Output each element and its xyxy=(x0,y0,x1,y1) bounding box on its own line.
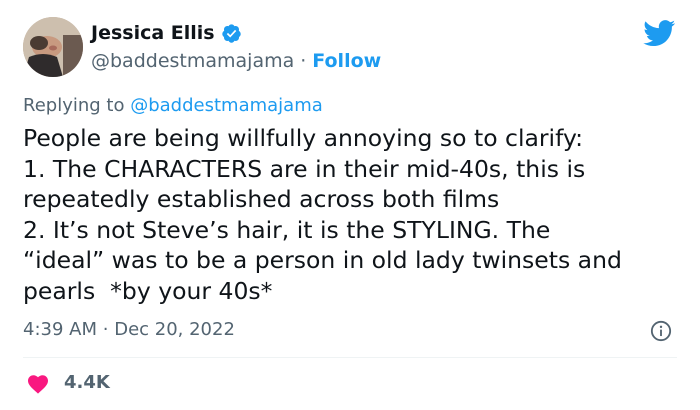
tweet-text-line: pearls *by your 40s* xyxy=(23,276,273,305)
tweet-card: Jessica Ellis @baddestmamajama · Follow … xyxy=(0,0,700,410)
tweet-time: 4:39 AM xyxy=(23,319,97,340)
display-name[interactable]: Jessica Ellis xyxy=(91,21,215,45)
replying-to: Replying to @baddestmamajama xyxy=(23,94,323,118)
divider xyxy=(23,357,677,358)
author-handle[interactable]: @baddestmamajama xyxy=(91,49,294,73)
tweet-text-line: “ideal” was to be a person in old lady t… xyxy=(23,246,622,274)
verified-badge-icon xyxy=(221,23,241,43)
tweet-text: People are being willfully annoying so t… xyxy=(23,123,695,306)
like-button[interactable]: 4.4K xyxy=(26,371,110,395)
replying-to-label: Replying to xyxy=(23,95,125,116)
timestamp-separator: · xyxy=(102,319,109,340)
tweet-timestamp[interactable]: 4:39 AM · Dec 20, 2022 xyxy=(23,318,235,342)
handle-row: @baddestmamajama · Follow xyxy=(91,49,381,73)
tweet-date: Dec 20, 2022 xyxy=(114,319,235,340)
tweet-text-line: repeatedly established across both films xyxy=(23,185,500,213)
tweet-text-line: 2. It’s not Steve’s hair, it is the STYL… xyxy=(23,215,551,244)
like-count: 4.4K xyxy=(64,372,110,393)
replying-to-handle[interactable]: @baddestmamajama xyxy=(130,95,323,116)
heart-icon[interactable] xyxy=(26,372,50,394)
avatar-photo xyxy=(23,17,83,77)
avatar[interactable] xyxy=(23,17,83,77)
twitter-bird-icon[interactable] xyxy=(643,20,676,47)
tweet-text-line: 1. The CHARACTERS are in their mid-40s, … xyxy=(23,154,586,183)
display-name-row: Jessica Ellis xyxy=(91,21,242,45)
info-icon[interactable] xyxy=(650,320,672,342)
handle-separator: · xyxy=(300,50,307,72)
follow-link[interactable]: Follow xyxy=(312,49,381,73)
tweet-text-line: People are being willfully annoying so t… xyxy=(23,124,584,152)
